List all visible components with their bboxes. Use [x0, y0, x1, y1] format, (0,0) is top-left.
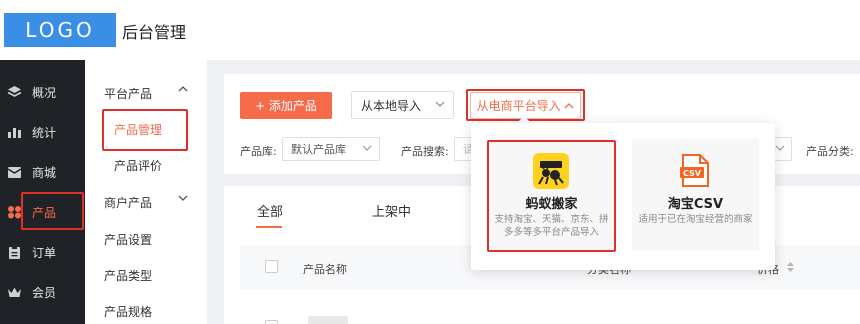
submenu-item-product-review[interactable]: 产品评价 — [114, 157, 162, 174]
submenu-item-product-manage[interactable]: 产品管理 — [114, 121, 162, 138]
select-all-checkbox[interactable] — [265, 260, 278, 273]
filter-search-label: 产品搜索: — [401, 145, 449, 158]
option-taobao-csv-title: 淘宝CSV — [667, 197, 724, 212]
row-checkbox[interactable] — [265, 320, 278, 324]
clipboard-icon — [6, 244, 22, 260]
chevron-up-icon — [564, 99, 574, 113]
sidebar-item-orders[interactable]: 订单 — [0, 232, 85, 272]
sidebar-item-label: 会员 — [32, 285, 57, 300]
ecom-import-label-box: 从电商平台导入 — [469, 91, 582, 119]
app-title: 后台管理 — [122, 23, 187, 42]
csv-file-icon: CSV — [680, 154, 710, 188]
tab-on-shelf[interactable]: 上架中 — [372, 201, 411, 220]
layers-icon — [6, 84, 22, 100]
product-library-select[interactable]: 默认产品库 — [282, 137, 380, 161]
tab-all[interactable]: 全部 — [257, 201, 283, 220]
chevron-down-icon — [362, 144, 372, 155]
add-product-button[interactable]: + 添加产品 — [240, 92, 332, 119]
ant-move-icon — [533, 153, 569, 189]
sidebar-item-store[interactable]: 商城 — [0, 152, 85, 192]
local-import-label: 从本地导入 — [361, 98, 422, 113]
sidebar-item-overview[interactable]: 概况 — [0, 72, 85, 112]
active-tab-indicator — [256, 226, 282, 228]
option-ant-move[interactable]: 蚂蚁搬家 支持淘宝、天猫、京东、拼多多等多平台产品导入 — [488, 139, 615, 251]
crown-icon — [6, 284, 22, 300]
sidebar-item-members[interactable]: 会员 — [0, 272, 85, 312]
chevron-down-icon[interactable] — [178, 194, 188, 205]
option-taobao-csv-desc: 适用于已在淘宝经营的商家 — [638, 214, 753, 225]
submenu-item-product-settings[interactable]: 产品设置 — [104, 231, 152, 248]
sidebar-item-label: 概况 — [32, 85, 57, 100]
svg-text:CSV: CSV — [683, 169, 702, 178]
grid-icon — [6, 204, 22, 220]
local-import-dropdown[interactable]: 从本地导入 — [351, 91, 454, 119]
option-taobao-csv[interactable]: CSV 淘宝CSV 适用于已在淘宝经营的商家 — [632, 139, 759, 251]
sort-icon[interactable] — [787, 262, 794, 272]
top-header: LOGO 后台管理 — [0, 0, 860, 60]
submenu-item-product-spec[interactable]: 产品规格 — [104, 303, 152, 320]
logo[interactable]: LOGO — [4, 13, 116, 47]
ecom-import-button[interactable]: 从电商平台导入 — [466, 89, 585, 121]
sidebar-item-label: 产品 — [32, 205, 57, 220]
option-ant-move-desc: 支持淘宝、天猫、京东、拼多多等多平台产品导入 — [494, 214, 609, 238]
column-header-name: 产品名称 — [303, 263, 347, 276]
product-thumbnail — [308, 316, 348, 324]
sidebar-item-label: 订单 — [32, 245, 57, 260]
submenu-group-platform[interactable]: 平台产品 — [104, 85, 152, 102]
store-icon — [6, 164, 22, 180]
filter-library-label: 产品库: — [240, 145, 277, 158]
submenu-group-merchant[interactable]: 商户产品 — [104, 194, 152, 211]
chart-icon — [6, 124, 22, 140]
sidebar-item-stats[interactable]: 统计 — [0, 112, 85, 152]
filter-category-label: 产品分类: — [806, 145, 854, 158]
sidebar-item-label: 商城 — [32, 165, 57, 180]
sidebar-item-label: 统计 — [32, 125, 57, 140]
option-ant-move-title: 蚂蚁搬家 — [525, 197, 578, 212]
submenu-item-product-type[interactable]: 产品类型 — [104, 267, 152, 284]
product-library-value: 默认产品库 — [291, 143, 346, 156]
ecom-import-label: 从电商平台导入 — [476, 98, 561, 113]
sidebar-item-products[interactable]: 产品 — [0, 192, 85, 232]
chevron-down-icon — [435, 100, 445, 111]
chevron-up-icon[interactable] — [178, 85, 188, 96]
chevron-down-icon — [775, 144, 785, 155]
